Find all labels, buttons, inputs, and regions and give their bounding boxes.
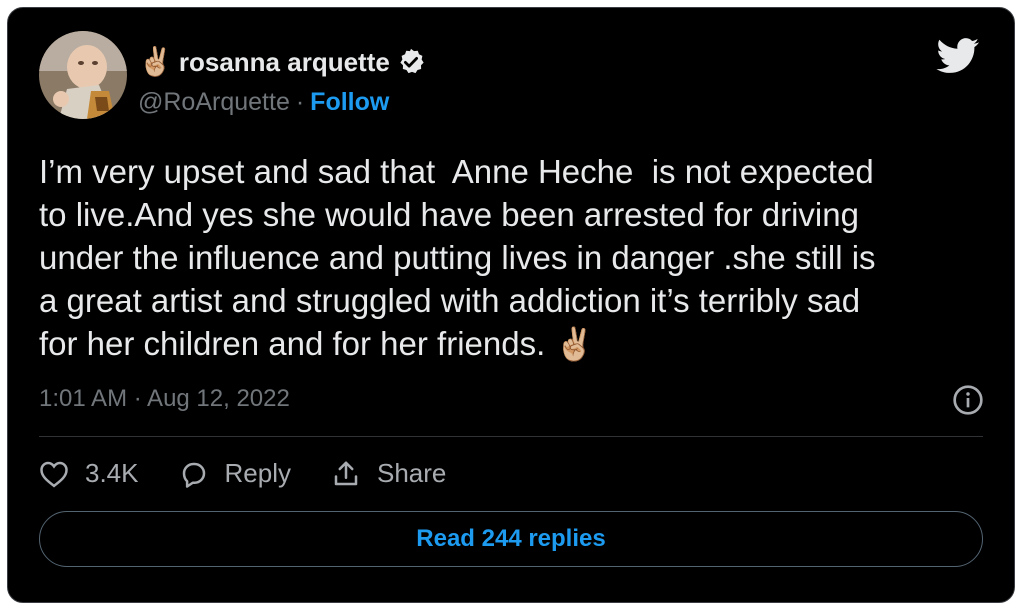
like-button[interactable]: 3.4K (39, 458, 139, 489)
verified-badge-icon (400, 48, 424, 74)
author-header: ✌🏼 rosanna arquette @RoArquette · Follow (138, 42, 426, 117)
tweet-timestamp[interactable]: 1:01 AM · Aug 12, 2022 (39, 385, 290, 413)
read-replies-button[interactable]: Read 244 replies (39, 511, 983, 567)
reply-label: Reply (224, 458, 291, 488)
handle-separator: · (295, 88, 305, 116)
share-label: Share (376, 458, 447, 488)
info-icon[interactable] (952, 384, 984, 416)
tweet-text: I’m very upset and sad that Anne Heche i… (39, 150, 989, 366)
name-emoji: ✌🏼 (138, 46, 173, 77)
share-button[interactable]: Share (331, 458, 446, 489)
tweet-body: I’m very upset and sad that Anne Heche i… (39, 153, 876, 362)
heart-icon (40, 461, 68, 487)
twitter-bird-icon[interactable] (936, 38, 980, 74)
share-icon (334, 461, 358, 485)
reply-button[interactable]: Reply (179, 458, 291, 489)
author-handle[interactable]: @RoArquette (138, 88, 290, 117)
reply-bubble-icon (182, 462, 205, 488)
author-name[interactable]: rosanna arquette (179, 47, 390, 78)
follow-button[interactable]: Follow (310, 88, 389, 117)
divider (39, 436, 983, 437)
tweet-card: ✌🏼 rosanna arquette @RoArquette · Follow… (7, 7, 1015, 603)
peace-emoji: ✌🏼 (554, 326, 595, 362)
avatar[interactable] (39, 31, 127, 119)
like-count: 3.4K (85, 458, 139, 488)
action-bar: 3.4K Reply Share (39, 458, 486, 489)
